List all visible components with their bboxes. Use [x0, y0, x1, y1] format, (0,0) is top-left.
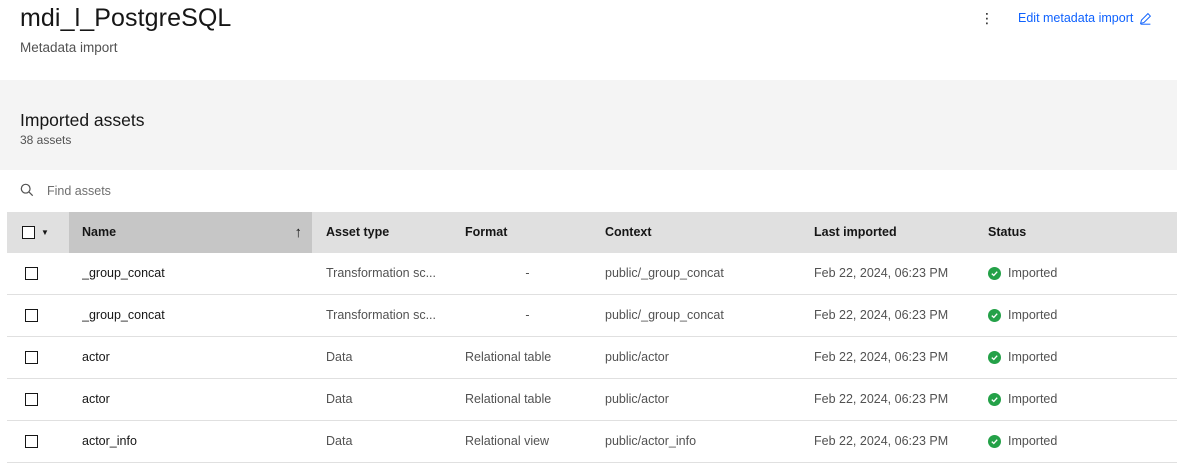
row-checkbox[interactable] — [25, 309, 38, 322]
asset-count: 38 assets — [20, 133, 72, 147]
column-header-asset-type[interactable]: Asset type — [326, 212, 389, 253]
column-header-name[interactable]: Name ↑ — [69, 212, 312, 253]
asset-type: Data — [326, 392, 353, 406]
edit-metadata-import-link[interactable]: Edit metadata import — [1018, 8, 1152, 28]
asset-last-imported: Feb 22, 2024, 06:23 PM — [814, 350, 949, 364]
row-checkbox[interactable] — [25, 393, 38, 406]
table-row[interactable]: actor Data Relational table public/actor… — [7, 337, 1177, 379]
asset-last-imported: Feb 22, 2024, 06:23 PM — [814, 308, 949, 322]
select-all-checkbox[interactable] — [22, 226, 35, 239]
checkmark-filled-icon — [988, 267, 1001, 280]
row-checkbox[interactable] — [25, 435, 38, 448]
pencil-icon — [1140, 12, 1152, 25]
column-header-context[interactable]: Context — [605, 212, 652, 253]
asset-type: Data — [326, 434, 353, 448]
asset-context: public/actor — [605, 392, 669, 406]
asset-status: Imported — [988, 337, 1057, 378]
sort-ascending-icon[interactable]: ↑ — [295, 212, 303, 253]
table-header: ▼ Name ↑ Asset type Format Context Last … — [7, 212, 1177, 253]
asset-name[interactable]: actor — [82, 379, 110, 420]
status-label: Imported — [1008, 434, 1058, 448]
status-label: Imported — [1008, 350, 1058, 364]
asset-last-imported: Feb 22, 2024, 06:23 PM — [814, 392, 949, 406]
asset-format: Relational view — [465, 434, 550, 448]
page-subtitle: Metadata import — [20, 40, 118, 55]
overflow-menu-vertical-icon: ⋮ — [980, 10, 994, 26]
checkmark-filled-icon — [988, 393, 1001, 406]
table-row[interactable]: actor_info Data Relational view public/a… — [7, 421, 1177, 463]
asset-context: public/_group_concat — [605, 266, 724, 280]
column-header-status[interactable]: Status — [988, 212, 1026, 253]
asset-type: Data — [326, 350, 353, 364]
page-header: mdi_l_PostgreSQL Metadata import ⋮ Edit … — [0, 0, 1177, 80]
asset-format: Relational table — [465, 392, 552, 406]
imported-assets-panel: Imported assets 38 assets — [0, 80, 1177, 170]
asset-last-imported: Feb 22, 2024, 06:23 PM — [814, 266, 949, 280]
search-icon — [20, 183, 34, 197]
chevron-down-icon[interactable]: ▼ — [41, 212, 49, 253]
search-input[interactable] — [40, 180, 640, 202]
edit-metadata-import-label: Edit metadata import — [1018, 11, 1134, 25]
asset-name[interactable]: _group_concat — [82, 295, 165, 336]
asset-status: Imported — [988, 421, 1057, 462]
section-title: Imported assets — [20, 110, 145, 130]
table-row[interactable]: actor Data Relational table public/actor… — [7, 379, 1177, 421]
asset-context: public/actor — [605, 350, 669, 364]
checkmark-filled-icon — [988, 435, 1001, 448]
asset-status: Imported — [988, 295, 1057, 336]
asset-format: Relational table — [465, 350, 552, 364]
overflow-menu-button[interactable]: ⋮ — [980, 8, 994, 28]
status-label: Imported — [1008, 308, 1058, 322]
row-checkbox[interactable] — [25, 267, 38, 280]
status-label: Imported — [1008, 392, 1058, 406]
column-header-format[interactable]: Format — [465, 212, 507, 253]
asset-type: Transformation sc... — [326, 266, 436, 280]
column-header-last-imported[interactable]: Last imported — [814, 212, 897, 253]
status-label: Imported — [1008, 266, 1058, 280]
asset-status: Imported — [988, 253, 1057, 294]
assets-table: ▼ Name ↑ Asset type Format Context Last … — [7, 212, 1177, 463]
table-row[interactable]: _group_concat Transformation sc... - pub… — [7, 295, 1177, 337]
asset-name[interactable]: actor — [82, 337, 110, 378]
asset-context: public/_group_concat — [605, 308, 724, 322]
asset-type: Transformation sc... — [326, 308, 436, 322]
asset-name[interactable]: _group_concat — [82, 253, 165, 294]
asset-last-imported: Feb 22, 2024, 06:23 PM — [814, 434, 949, 448]
search-bar — [0, 170, 1177, 212]
select-all-control[interactable]: ▼ — [7, 212, 62, 253]
column-header-name-label: Name — [82, 225, 117, 239]
asset-name[interactable]: actor_info — [82, 421, 137, 462]
asset-status: Imported — [988, 379, 1057, 420]
checkmark-filled-icon — [988, 351, 1001, 364]
table-row[interactable]: _group_concat Transformation sc... - pub… — [7, 253, 1177, 295]
asset-format: - — [525, 308, 530, 322]
page-title: mdi_l_PostgreSQL — [20, 4, 232, 32]
asset-context: public/actor_info — [605, 434, 697, 448]
row-checkbox[interactable] — [25, 351, 38, 364]
asset-format: - — [525, 266, 530, 280]
checkmark-filled-icon — [988, 309, 1001, 322]
